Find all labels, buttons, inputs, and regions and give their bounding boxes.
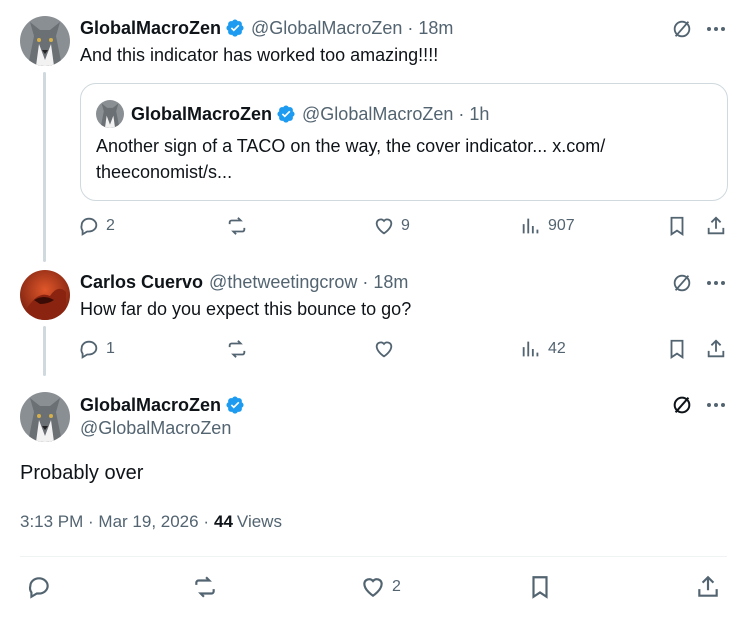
share-icon [698,575,718,597]
views-count: 44 [213,512,233,531]
display-name[interactable]: GlobalMacroZen [80,395,221,416]
reply-icon [80,340,98,359]
more-icon[interactable] [703,392,729,418]
avatar[interactable] [20,392,70,442]
views-button[interactable]: 42 [520,338,566,360]
tweet-header: GlobalMacroZen @GlobalMacroZen · 18m [80,16,453,40]
quote-header: GlobalMacroZen @GlobalMacroZen · 1h [131,102,489,126]
display-name[interactable]: GlobalMacroZen [80,18,221,39]
quote-handle: @GlobalMacroZen [302,103,454,124]
main-tweet-meta: 3:13 PM · Mar 19, 2026 · 44 Views [20,512,282,532]
repost-icon [228,340,246,358]
bookmark-icon [670,339,684,359]
quote-avatar [96,100,124,128]
reply-button[interactable] [26,574,52,600]
reply-count: 2 [106,217,115,234]
repost-button[interactable] [226,215,248,237]
verified-badge-icon [277,105,295,123]
user-handle[interactable]: @GlobalMacroZen [251,18,402,39]
thread-line [43,72,46,262]
repost-icon [195,576,215,598]
divider [20,556,727,557]
thread-line [43,326,46,376]
grok-icon[interactable] [669,270,695,296]
share-button[interactable] [705,215,727,237]
like-button[interactable]: 9 [373,215,410,237]
share-button[interactable] [705,338,727,360]
avatar[interactable] [20,270,70,320]
like-count: 2 [392,578,401,595]
repost-button[interactable] [192,574,218,600]
main-tweet-text: Probably over [20,462,144,484]
bookmark-icon [670,216,684,236]
quote-timestamp: · 1h [458,103,490,124]
post-timestamp[interactable]: 3:13 PM · Mar 19, 2026 · [20,512,209,532]
reply-icon [28,577,49,599]
reply-button[interactable]: 2 [78,215,115,237]
main-tweet-name-row: GlobalMacroZen [80,393,245,417]
reply-icon [80,217,98,236]
tweet-text: How far do you expect this bounce to go? [80,299,412,319]
reply-button[interactable]: 1 [78,338,115,360]
user-handle[interactable]: @thetweetingcrow [209,272,357,293]
tweet-text: And this indicator has worked too amazin… [80,45,439,65]
verified-badge-icon [226,19,244,37]
tweet-header: Carlos Cuervo @thetweetingcrow · 18m [80,270,408,294]
quote-text-line2: theeconomist/s... [96,162,233,182]
bookmark-icon [532,576,548,599]
like-icon [375,341,393,358]
like-button[interactable] [373,338,395,360]
views-icon [522,341,539,357]
like-icon [363,578,383,597]
quote-text-line1: Another sign of a TACO on the way, the c… [96,136,606,156]
share-button[interactable] [695,574,721,600]
timestamp[interactable]: · 18m [362,272,408,293]
views-count: 42 [548,340,566,357]
views-icon [522,218,539,234]
bookmark-button[interactable] [666,215,688,237]
display-name[interactable]: Carlos Cuervo [80,272,203,293]
quote-display-name: GlobalMacroZen [131,103,273,124]
like-count: 9 [401,217,410,234]
verified-badge-icon [226,396,244,414]
timestamp[interactable]: · 18m [407,18,453,39]
views-count: 907 [548,217,575,234]
more-icon[interactable] [703,16,729,42]
like-icon [375,218,393,235]
repost-button[interactable] [226,338,248,360]
quote-tweet-card[interactable]: GlobalMacroZen @GlobalMacroZen · 1h Anot… [80,83,728,201]
share-icon [707,216,725,235]
like-button[interactable]: 2 [360,574,401,600]
bookmark-button[interactable] [666,338,688,360]
user-handle[interactable]: @GlobalMacroZen [80,418,231,439]
grok-icon[interactable] [669,392,695,418]
share-icon [707,339,725,358]
avatar[interactable] [20,16,70,66]
views-label: Views [236,512,282,531]
repost-icon [228,217,246,235]
reply-count: 1 [106,340,115,357]
bookmark-button[interactable] [527,574,553,600]
views-button[interactable]: 907 [520,215,575,237]
grok-icon[interactable] [669,16,695,42]
more-icon[interactable] [703,270,729,296]
